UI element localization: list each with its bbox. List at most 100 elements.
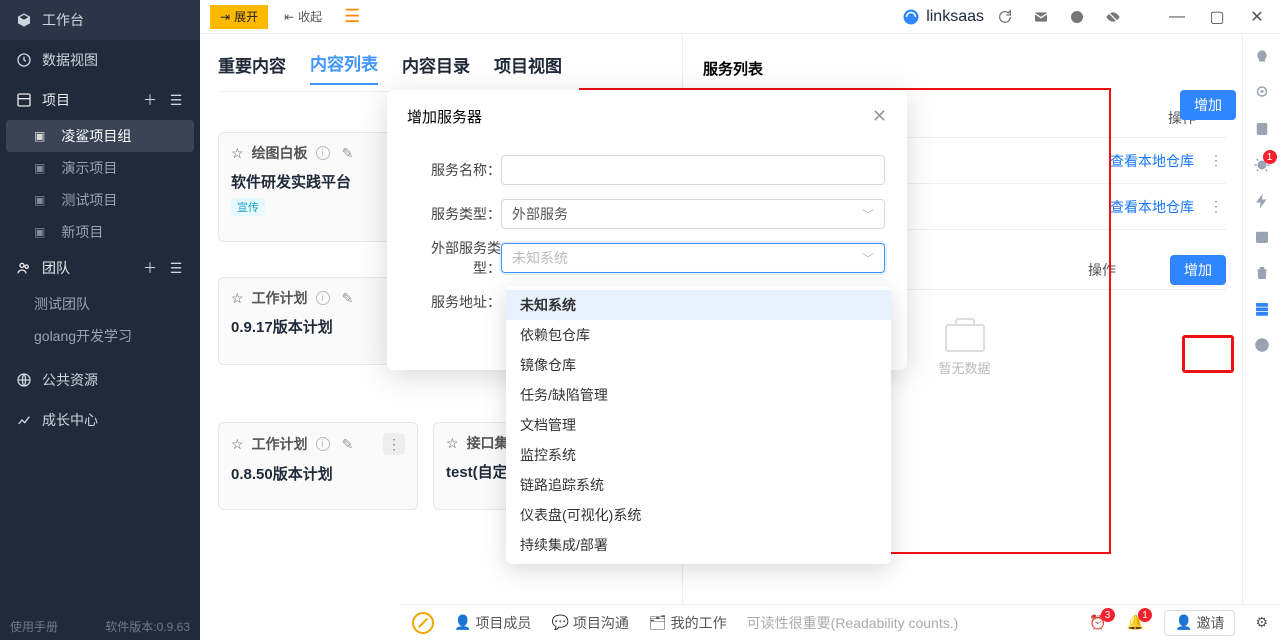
dropdown-option[interactable]: 监控系统 (506, 440, 891, 470)
label-ext-type: 外部服务类型 (409, 238, 501, 278)
info-icon[interactable]: i (316, 146, 330, 160)
star-icon[interactable]: ☆ (231, 145, 244, 162)
view-local-repo-link[interactable]: 查看本地仓库 (1110, 197, 1194, 217)
hamburger-icon[interactable]: ☰ (338, 5, 366, 29)
sb-chat[interactable]: 💬 项目沟通 (551, 613, 628, 633)
right-toolstrip (1242, 34, 1280, 640)
service-name-input[interactable] (501, 155, 885, 185)
invite-button[interactable]: 👤 邀请 (1164, 610, 1235, 636)
manual-link[interactable]: 使用手册 (10, 618, 58, 635)
label-service-name: 服务名称 (409, 160, 501, 180)
edit-icon[interactable]: ✎ (342, 145, 354, 162)
plus-icon[interactable]: ＋ (142, 92, 158, 108)
sidebar-team-1[interactable]: golang开发学习 (0, 320, 200, 352)
ext-type-dropdown: 未知系统 依赖包仓库 镜像仓库 任务/缺陷管理 文档管理 监控系统 链路追踪系统… (506, 286, 891, 564)
tab-important[interactable]: 重要内容 (218, 52, 286, 85)
statusbar: 👤 项目成员 💬 项目沟通 🗂 我的工作 可读性很重要(Readability … (400, 604, 1280, 640)
sidebar-item-dataview[interactable]: 数据视图 (0, 40, 200, 80)
minimize-button[interactable]: ― (1160, 5, 1194, 29)
dropdown-option[interactable]: 持续集成/部署 (506, 530, 891, 560)
chevron-down-icon: ﹀ (862, 206, 874, 223)
service-type-select[interactable]: 外部服务﹀ (501, 199, 885, 229)
clock-icon (16, 52, 32, 68)
dropdown-option[interactable]: 依赖包仓库 (506, 320, 891, 350)
calendar-icon[interactable] (1251, 226, 1273, 248)
titlebar: ⇥ 展开 ⇤ 收起 ☰ linksaas ― ▢ ✕ (200, 0, 1280, 34)
tab-content-list[interactable]: 内容列表 (310, 50, 378, 85)
eye-off-icon[interactable] (1098, 5, 1128, 29)
sidebar-item-workbench[interactable]: 工作台 (0, 0, 200, 40)
sidebar-project-3[interactable]: ▣新项目 (0, 216, 200, 248)
list-icon[interactable]: ☰ (168, 92, 184, 108)
dropdown-option[interactable]: 任务/缺陷管理 (506, 380, 891, 410)
layout-icon (16, 92, 32, 108)
sidebar-section-teams[interactable]: 团队 ＋ ☰ (0, 248, 200, 288)
mail-icon[interactable] (1026, 5, 1056, 29)
bug-icon[interactable] (1251, 154, 1273, 176)
logo-icon (902, 8, 920, 26)
block-icon[interactable] (412, 612, 434, 634)
empty-icon (945, 324, 985, 352)
folder-icon: ▣ (34, 225, 45, 239)
dropdown-option[interactable]: 链路追踪系统 (506, 470, 891, 500)
list-icon[interactable]: ☰ (168, 260, 184, 276)
sidebar-project-2[interactable]: ▣测试项目 (0, 184, 200, 216)
info-icon[interactable]: i (316, 437, 330, 451)
plus-icon[interactable]: ＋ (142, 260, 158, 276)
row-more-icon[interactable]: ⋮ (1206, 152, 1226, 169)
sb-mywork[interactable]: 🗂 我的工作 (649, 613, 727, 633)
sb-notify[interactable]: 🔔1 (1127, 614, 1144, 631)
dropdown-option[interactable]: 文档管理 (506, 410, 891, 440)
sb-members[interactable]: 👤 项目成员 (454, 613, 531, 633)
sb-alarm[interactable]: ⏰3 (1089, 614, 1106, 631)
dropdown-option[interactable]: 仪表盘(可视化)系统 (506, 500, 891, 530)
label: 数据视图 (42, 50, 98, 70)
add-button-ext[interactable]: 增加 (1170, 255, 1226, 285)
edit-icon[interactable]: ✎ (342, 290, 354, 307)
info-icon[interactable] (1251, 334, 1273, 356)
close-button[interactable]: ✕ (1240, 5, 1274, 29)
sidebar-project-0[interactable]: ▣凌鲨项目组 (6, 120, 194, 152)
gear-icon[interactable]: ⚙ (1255, 614, 1268, 631)
collapse-button[interactable]: ⇤ 收起 (274, 5, 332, 29)
quote-text: 可读性很重要(Readability counts.) (747, 613, 959, 633)
label: 工作台 (42, 10, 84, 30)
sidebar-item-growth[interactable]: 成长中心 (0, 400, 200, 440)
info-icon[interactable]: i (316, 291, 330, 305)
pin-icon[interactable] (1251, 82, 1273, 104)
edit-icon[interactable]: ✎ (342, 436, 354, 453)
sidebar-item-public-res[interactable]: 公共资源 (0, 360, 200, 400)
content-tabs: 重要内容 内容列表 内容目录 项目视图 (218, 44, 664, 92)
server-icon[interactable] (1251, 298, 1273, 320)
bulb-icon[interactable] (1251, 46, 1273, 68)
expand-button[interactable]: ⇥ 展开 (210, 5, 268, 29)
label-service-addr: 服务地址 (409, 292, 501, 312)
doc-icon[interactable] (1251, 118, 1273, 140)
view-local-repo-link[interactable]: 查看本地仓库 (1110, 151, 1194, 171)
tab-project-view[interactable]: 项目视图 (494, 52, 562, 85)
add-button-top[interactable]: 增加 (1180, 90, 1236, 120)
card-plan-0850[interactable]: ☆工作计划i✎⋮ 0.8.50版本计划 (218, 422, 418, 510)
panel-title: 服务列表 (703, 48, 1226, 88)
trash-icon[interactable] (1251, 262, 1273, 284)
refresh-icon[interactable] (990, 5, 1020, 29)
modal-title: 增加服务器 (407, 106, 482, 127)
dropdown-option[interactable]: 镜像仓库 (506, 350, 891, 380)
close-icon[interactable]: ✕ (872, 106, 887, 127)
star-icon[interactable]: ☆ (231, 290, 244, 307)
row-more-icon[interactable]: ⋮ (1206, 198, 1226, 215)
ext-type-select[interactable]: 未知系统﹀ (501, 243, 885, 273)
face-icon[interactable] (1062, 5, 1092, 29)
dropdown-option[interactable]: 未知系统 (506, 290, 891, 320)
sidebar-team-0[interactable]: 测试团队 (0, 288, 200, 320)
tab-content-toc[interactable]: 内容目录 (402, 52, 470, 85)
star-icon[interactable]: ☆ (446, 435, 459, 452)
col-op: 操作 (1088, 260, 1116, 280)
bolt-icon[interactable] (1251, 190, 1273, 212)
star-icon[interactable]: ☆ (231, 436, 244, 453)
sidebar-project-1[interactable]: ▣演示项目 (0, 152, 200, 184)
sidebar-section-projects[interactable]: 项目 ＋ ☰ (0, 80, 200, 120)
card-more-icon[interactable]: ⋮ (383, 433, 405, 455)
maximize-button[interactable]: ▢ (1200, 5, 1234, 29)
brand: linksaas (902, 8, 984, 26)
